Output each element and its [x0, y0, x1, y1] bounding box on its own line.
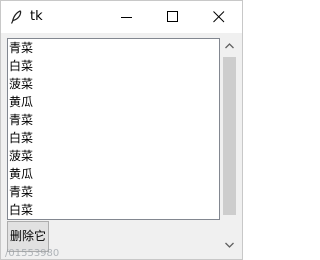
maximize-icon: [167, 11, 178, 22]
feather-icon: [10, 10, 22, 24]
close-icon: [213, 11, 225, 23]
list-item[interactable]: 青菜: [9, 111, 33, 129]
minimize-icon: [121, 17, 132, 18]
list-item[interactable]: 菠菜: [9, 75, 33, 93]
list-item[interactable]: 青菜: [9, 183, 33, 201]
chevron-up-icon: [225, 43, 234, 49]
tk-window: tk 青菜 白菜 菠菜 黄瓜 青菜 白菜 菠菜 黄瓜 青菜 白菜 删除它 /01…: [0, 0, 243, 260]
list-item[interactable]: 青菜: [9, 39, 33, 57]
scroll-up-button[interactable]: [221, 38, 238, 55]
list-item[interactable]: 菠菜: [9, 147, 33, 165]
list-item[interactable]: 黄瓜: [9, 93, 33, 111]
title-bar[interactable]: tk: [1, 1, 242, 33]
chevron-down-icon: [225, 242, 234, 248]
window-title: tk: [30, 9, 43, 24]
list-item[interactable]: 白菜: [9, 201, 33, 219]
maximize-button[interactable]: [150, 1, 196, 33]
scroll-thumb[interactable]: [223, 57, 236, 215]
scroll-down-button[interactable]: [221, 237, 238, 254]
list-item[interactable]: 白菜: [9, 129, 33, 147]
list-item[interactable]: 白菜: [9, 57, 33, 75]
vertical-scrollbar[interactable]: [221, 38, 238, 254]
vegetable-listbox[interactable]: 青菜 白菜 菠菜 黄瓜 青菜 白菜 菠菜 黄瓜 青菜 白菜: [7, 38, 220, 220]
minimize-button[interactable]: [104, 1, 150, 33]
list-item[interactable]: 黄瓜: [9, 165, 33, 183]
watermark: /01553980: [5, 248, 60, 259]
close-button[interactable]: [196, 1, 242, 33]
